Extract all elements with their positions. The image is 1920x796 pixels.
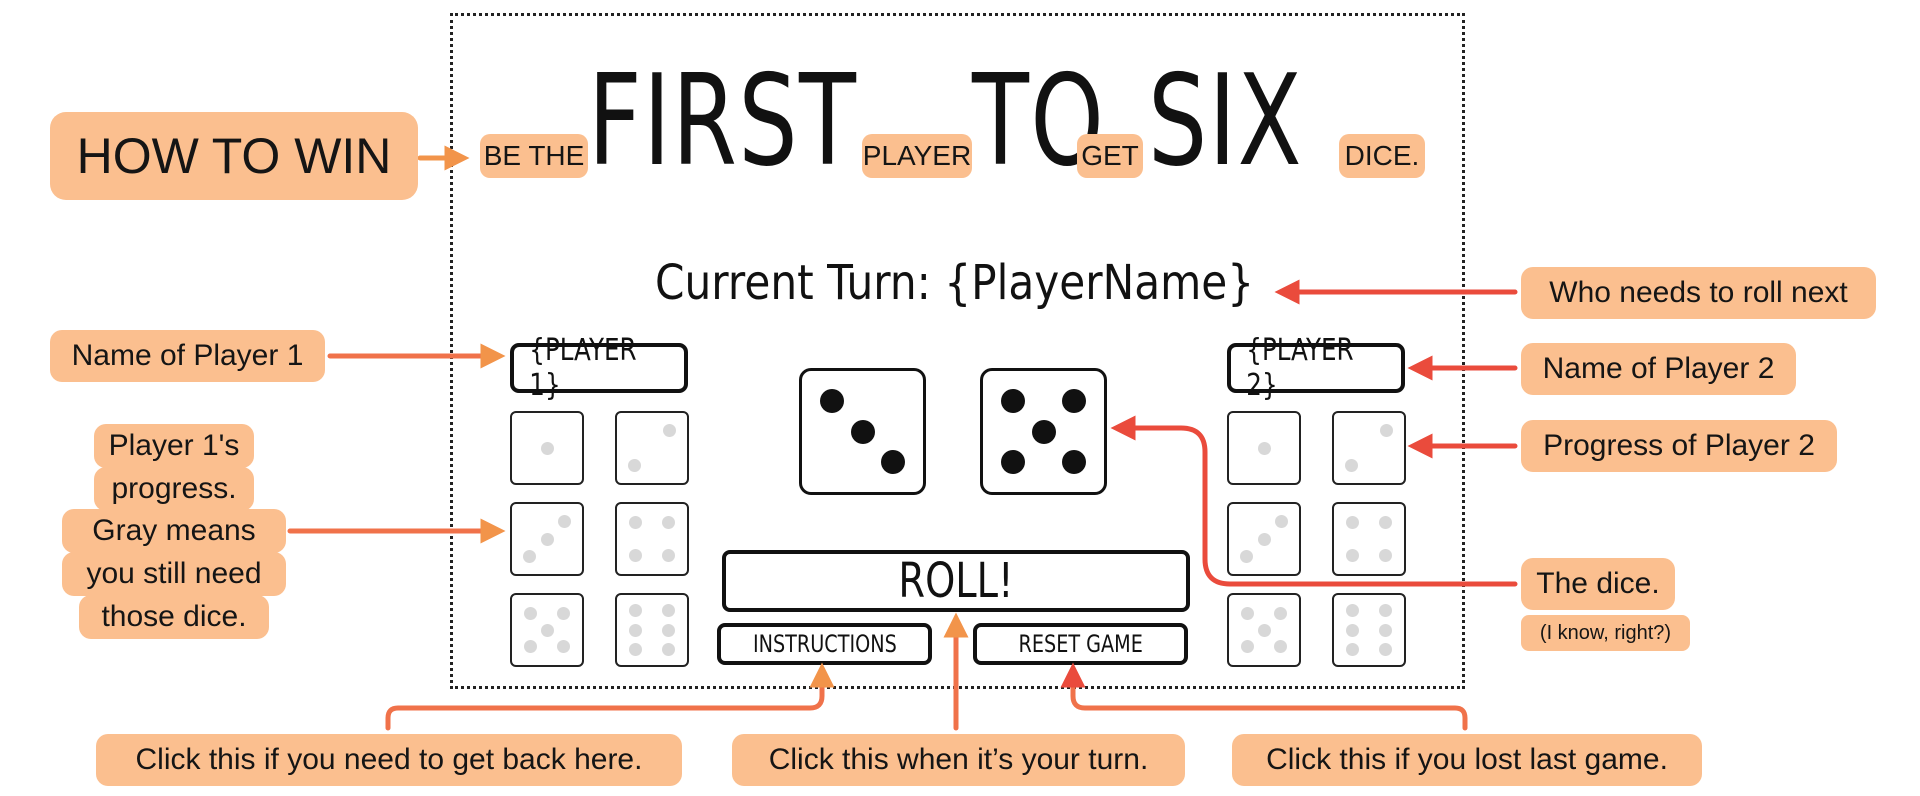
- progress-die-1: [510, 411, 584, 485]
- die-pip: [880, 449, 905, 474]
- die-pip: [850, 419, 875, 444]
- progress-die-2: [1332, 411, 1406, 485]
- progress-die-6: [1332, 593, 1406, 667]
- die-pip: [1257, 441, 1271, 455]
- die-pip: [558, 515, 571, 528]
- die-pip: [629, 548, 643, 562]
- die-pip: [628, 459, 641, 472]
- die-pip: [1273, 607, 1287, 621]
- progress-die-4: [615, 502, 689, 576]
- die-pip: [661, 548, 675, 562]
- title-word-first: FIRST: [588, 47, 858, 194]
- progress-p1-line: Player 1's: [94, 424, 254, 468]
- name-p2-label: Name of Player 2: [1521, 343, 1796, 395]
- die-pip: [629, 516, 643, 530]
- reset-game-button[interactable]: RESET GAME: [973, 623, 1188, 665]
- die-pip: [1240, 550, 1253, 563]
- die-pip: [629, 623, 643, 637]
- die-pip: [1378, 643, 1392, 657]
- die-pip: [540, 441, 554, 455]
- progress-die-2: [615, 411, 689, 485]
- roll-button[interactable]: ROLL!: [722, 550, 1190, 612]
- die-pip: [1346, 516, 1360, 530]
- die-pip: [629, 643, 643, 657]
- die-pip: [1346, 548, 1360, 562]
- main-die-2: [980, 368, 1107, 495]
- die-pip: [556, 607, 570, 621]
- die-pip: [1257, 623, 1271, 637]
- die-pip: [1346, 603, 1360, 617]
- who-rolls-label: Who needs to roll next: [1521, 267, 1876, 319]
- the-dice-note: (I know, right?): [1521, 615, 1690, 651]
- die-pip: [820, 389, 845, 414]
- progress-die-5: [1227, 593, 1301, 667]
- die-pip: [1001, 449, 1026, 474]
- name-p1-label: Name of Player 1: [50, 330, 325, 382]
- die-pip: [1241, 639, 1255, 653]
- progress-die-4: [1332, 502, 1406, 576]
- progress-die-6: [615, 593, 689, 667]
- title-word-get: GET: [1077, 134, 1143, 178]
- progress-die-5: [510, 593, 584, 667]
- current-turn-label: Current Turn: {PlayerName}: [655, 255, 1255, 311]
- player2-name: {PLAYER 2}: [1227, 333, 1405, 403]
- die-pip: [1257, 532, 1271, 546]
- die-pip: [1001, 389, 1026, 414]
- die-pip: [1378, 516, 1392, 530]
- die-pip: [540, 623, 554, 637]
- die-pip: [524, 607, 538, 621]
- how-to-win-label: HOW TO WIN: [50, 112, 418, 200]
- title-word-player: PLAYER: [862, 134, 972, 178]
- die-pip: [1378, 548, 1392, 562]
- title-word-six: SIX: [1148, 47, 1304, 194]
- title-word-dice: DICE.: [1339, 134, 1425, 178]
- progress-p1-line: those dice.: [79, 595, 269, 639]
- die-pip: [661, 516, 675, 530]
- die-pip: [1273, 639, 1287, 653]
- die-pip: [524, 639, 538, 653]
- progress-p1-line: you still need: [62, 552, 286, 596]
- die-pip: [1346, 623, 1360, 637]
- progress-die-1: [1227, 411, 1301, 485]
- progress-p1-line: progress.: [94, 467, 254, 511]
- die-pip: [1378, 623, 1392, 637]
- die-pip: [1061, 449, 1086, 474]
- progress-p2-label: Progress of Player 2: [1521, 420, 1837, 472]
- progress-die-3: [1227, 502, 1301, 576]
- die-pip: [663, 424, 676, 437]
- main-die-1: [799, 368, 926, 495]
- instructions-button[interactable]: INSTRUCTIONS: [717, 623, 932, 665]
- die-pip: [523, 550, 536, 563]
- the-dice-label: The dice.: [1521, 558, 1675, 610]
- die-pip: [1241, 607, 1255, 621]
- die-pip: [1380, 424, 1393, 437]
- die-pip: [1378, 603, 1392, 617]
- die-pip: [1061, 389, 1086, 414]
- die-pip: [661, 603, 675, 617]
- die-pip: [1031, 419, 1056, 444]
- roll-note: Click this when it’s your turn.: [732, 734, 1185, 786]
- reset-note: Click this if you lost last game.: [1232, 734, 1702, 786]
- die-pip: [1275, 515, 1288, 528]
- player1-name: {PLAYER 1}: [510, 333, 688, 403]
- die-pip: [1345, 459, 1358, 472]
- die-pip: [540, 532, 554, 546]
- die-pip: [661, 643, 675, 657]
- progress-die-3: [510, 502, 584, 576]
- die-pip: [1346, 643, 1360, 657]
- title-word-be-the: BE THE: [480, 134, 588, 178]
- die-pip: [661, 623, 675, 637]
- progress-p1-line: Gray means: [62, 509, 286, 553]
- instructions-note: Click this if you need to get back here.: [96, 734, 682, 786]
- die-pip: [556, 639, 570, 653]
- die-pip: [629, 603, 643, 617]
